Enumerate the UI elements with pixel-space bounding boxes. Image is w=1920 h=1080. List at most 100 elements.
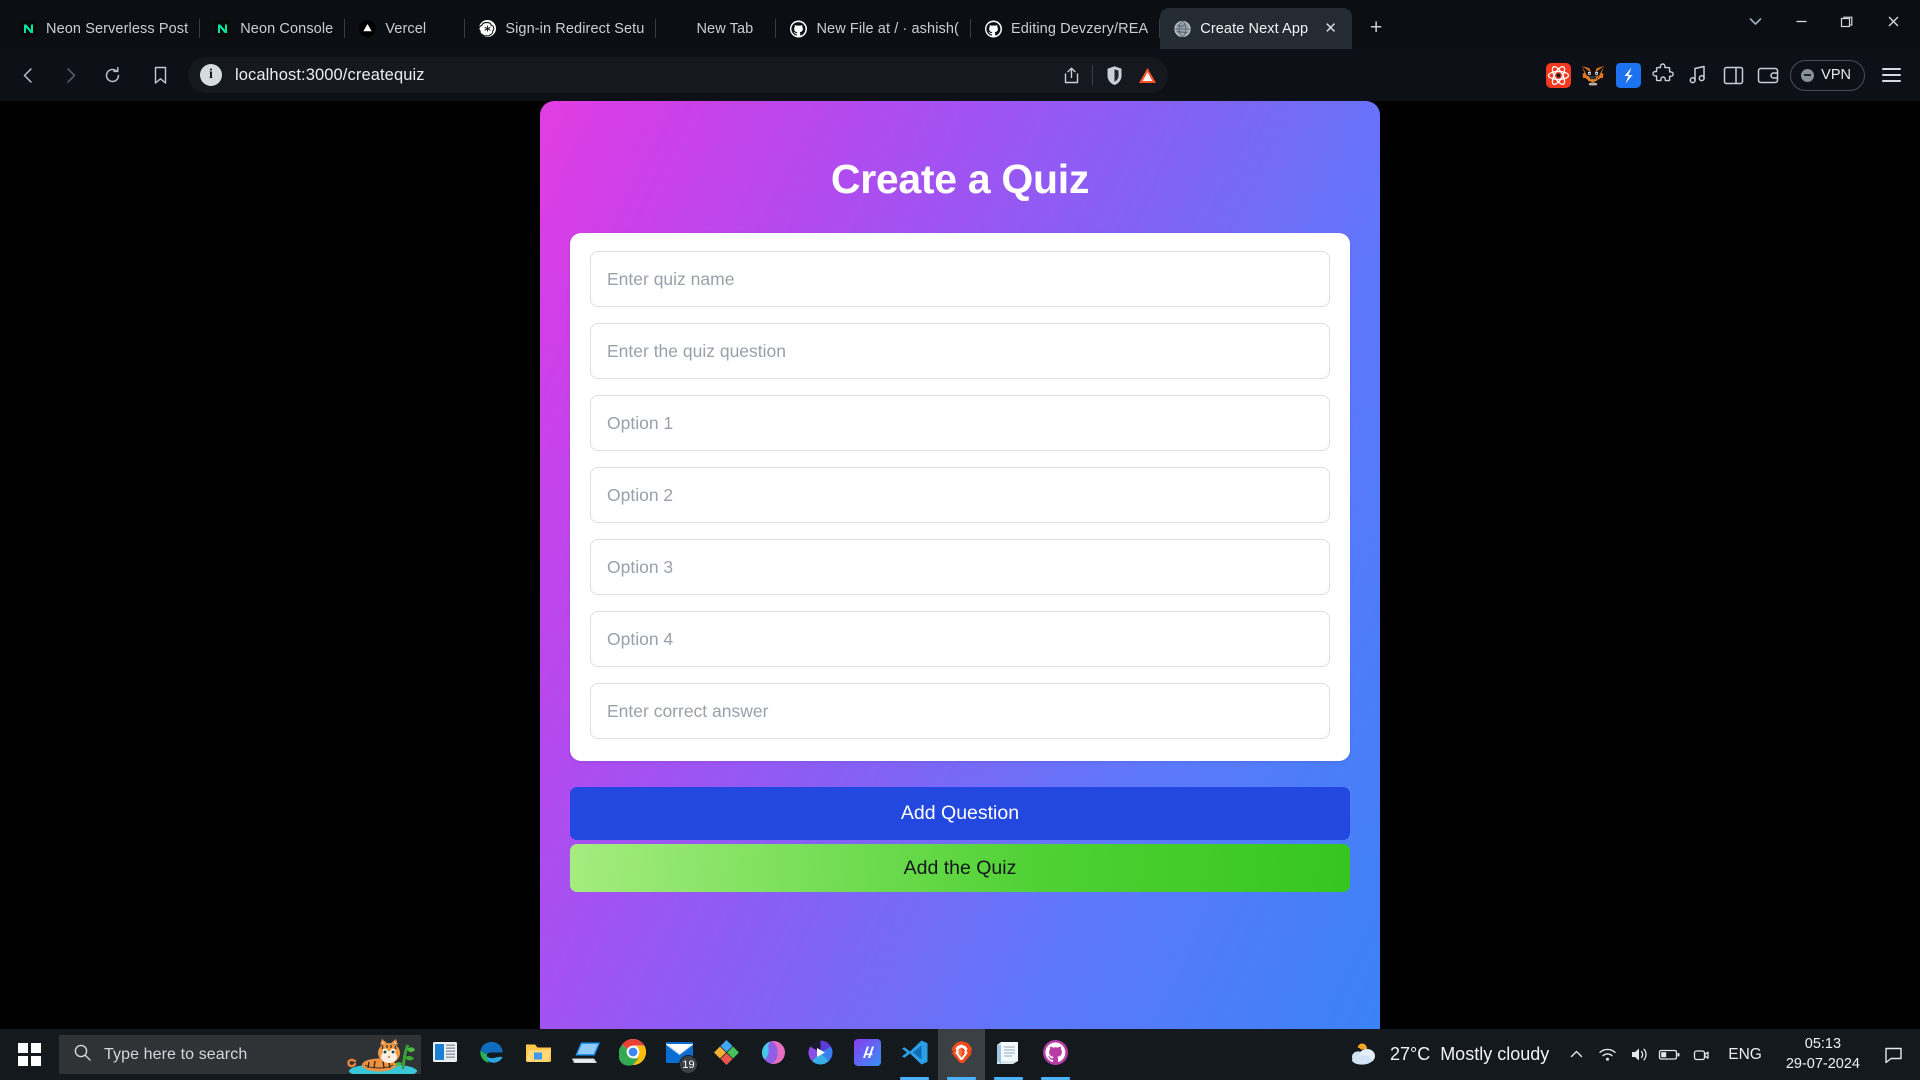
taskbar-app-microsoft-store[interactable] xyxy=(703,1029,750,1080)
browser-tab[interactable]: Neon Console xyxy=(200,8,346,49)
option-2-input[interactable] xyxy=(590,467,1330,523)
navigation-toolbar: i localhost:3000/createquiz VPN xyxy=(0,49,1920,101)
neon-icon xyxy=(214,20,232,37)
address-bar-actions xyxy=(1056,60,1162,90)
taskbar-app-microsoft-office[interactable] xyxy=(750,1029,797,1080)
browser-tab[interactable]: Sign-in Redirect Setu xyxy=(465,8,657,49)
forward-button[interactable] xyxy=(50,57,90,93)
url-text[interactable]: localhost:3000/createquiz xyxy=(235,66,1056,85)
taskbar-app-google-chrome[interactable] xyxy=(609,1029,656,1080)
add-quiz-button[interactable]: Add the Quiz xyxy=(570,844,1350,892)
notification-badge: 19 xyxy=(679,1055,698,1074)
clock-date: 29-07-2024 xyxy=(1785,1055,1860,1072)
address-bar[interactable]: i localhost:3000/createquiz xyxy=(188,57,1168,93)
quiz-page-container: Create a Quiz Add Question Add the Quiz xyxy=(540,101,1380,1029)
volume-icon[interactable] xyxy=(1623,1029,1654,1080)
share-icon[interactable] xyxy=(1056,60,1086,90)
metamask-icon[interactable] xyxy=(1580,62,1606,88)
taskbar-app-ai-app[interactable] xyxy=(844,1029,891,1080)
music-icon[interactable] xyxy=(1685,62,1711,88)
add-question-button[interactable]: Add Question xyxy=(570,787,1350,840)
tab-title: Vercel xyxy=(385,20,427,37)
maximize-button[interactable] xyxy=(1824,5,1870,39)
show-hidden-icons-button[interactable] xyxy=(1561,1029,1592,1080)
windows-taskbar: Type here to search 19 27°C Mostly cloud… xyxy=(0,1029,1920,1080)
browser-tab[interactable]: Vercel xyxy=(345,8,466,49)
notepad-icon xyxy=(995,1040,1022,1070)
new-tab-button[interactable]: + xyxy=(1360,12,1392,44)
taskbar-app-remote-desktop[interactable] xyxy=(562,1029,609,1080)
clock-time: 05:13 xyxy=(1804,1036,1842,1053)
page-title: Create a Quiz xyxy=(830,156,1090,202)
action-center-button[interactable] xyxy=(1872,1029,1914,1080)
browser-tab[interactable]: New File at / · ashish( xyxy=(776,8,971,49)
tab-title: Neon Serverless Post xyxy=(46,20,189,37)
puzzle-extensions-icon[interactable] xyxy=(1650,62,1676,88)
browser-menu-button[interactable] xyxy=(1876,60,1906,90)
wallet-icon[interactable] xyxy=(1755,62,1781,88)
neon-icon xyxy=(20,20,37,37)
quiz-name-input[interactable] xyxy=(590,251,1330,307)
weather-description: Mostly cloudy xyxy=(1440,1044,1550,1064)
taskbar-apps: 19 xyxy=(421,1029,1079,1080)
search-placeholder: Type here to search xyxy=(104,1045,248,1063)
taskbar-app-microsoft-edge[interactable] xyxy=(468,1029,515,1080)
site-info-icon[interactable]: i xyxy=(200,64,222,86)
taskbar-search[interactable]: Type here to search xyxy=(59,1035,421,1074)
brave-shields-icon[interactable] xyxy=(1099,60,1129,90)
windows-logo-icon xyxy=(18,1043,41,1066)
tab-close-icon[interactable]: ✕ xyxy=(1321,19,1340,38)
taskbar-app-brave-browser[interactable] xyxy=(938,1029,985,1080)
reload-button[interactable] xyxy=(92,57,132,93)
file-explorer-icon xyxy=(524,1040,553,1070)
brave-browser-icon xyxy=(948,1039,975,1071)
browser-tab[interactable]: Editing Devzery/REA xyxy=(971,8,1161,49)
form-actions: Add Question Add the Quiz xyxy=(570,787,1350,892)
search-icon xyxy=(73,1043,92,1067)
minimize-button[interactable] xyxy=(1778,5,1824,39)
quiz-question-input[interactable] xyxy=(590,323,1330,379)
tab-search-button[interactable] xyxy=(1732,5,1778,39)
option-1-input[interactable] xyxy=(590,395,1330,451)
vpn-status-icon xyxy=(1801,68,1815,82)
option-4-input[interactable] xyxy=(590,611,1330,667)
battery-icon[interactable] xyxy=(1654,1029,1685,1080)
vpn-button[interactable]: VPN xyxy=(1790,59,1865,91)
browser-tab[interactable]: New Tab xyxy=(656,8,777,49)
tab-title: Neon Console xyxy=(240,20,334,37)
taskbar-app-visual-studio-code[interactable] xyxy=(891,1029,938,1080)
tab-title: Sign-in Redirect Setu xyxy=(505,20,645,37)
sidebar-icon[interactable] xyxy=(1720,62,1746,88)
google-chrome-icon xyxy=(617,1038,647,1071)
react-devtools-icon[interactable] xyxy=(1545,62,1571,88)
taskbar-app-notepad[interactable] xyxy=(985,1029,1032,1080)
microsoft-store-icon xyxy=(713,1039,740,1071)
taskbar-app-file-explorer[interactable] xyxy=(515,1029,562,1080)
microsoft-office-icon xyxy=(760,1039,787,1071)
back-button[interactable] xyxy=(8,57,48,93)
clock[interactable]: 05:13 29-07-2024 xyxy=(1774,1035,1872,1073)
weather-widget[interactable]: 27°C Mostly cloudy xyxy=(1341,1039,1561,1071)
brave-rewards-icon[interactable] xyxy=(1132,60,1162,90)
stake-icon[interactable] xyxy=(1615,62,1641,88)
browser-tab[interactable]: Neon Serverless Post xyxy=(6,8,201,49)
correct-answer-input[interactable] xyxy=(590,683,1330,739)
bookmark-icon[interactable] xyxy=(140,57,180,93)
weather-temperature: 27°C xyxy=(1389,1044,1431,1064)
task-view-icon xyxy=(432,1040,458,1069)
language-indicator[interactable]: ENG xyxy=(1716,1046,1774,1064)
taskbar-app-movies-tv[interactable] xyxy=(797,1029,844,1080)
network-icon[interactable] xyxy=(1592,1029,1623,1080)
movies-tv-icon xyxy=(807,1039,834,1071)
none xyxy=(670,20,687,37)
browser-tab[interactable]: Create Next App ✕ xyxy=(1160,8,1353,49)
taskbar-app-github-desktop[interactable] xyxy=(1032,1029,1079,1080)
taskbar-app-task-view[interactable] xyxy=(421,1029,468,1080)
option-3-input[interactable] xyxy=(590,539,1330,595)
start-button[interactable] xyxy=(0,1029,59,1080)
quiz-form-card xyxy=(570,233,1350,761)
taskbar-app-mail[interactable]: 19 xyxy=(656,1029,703,1080)
camera-icon[interactable] xyxy=(1685,1029,1716,1080)
close-window-button[interactable] xyxy=(1870,5,1916,39)
